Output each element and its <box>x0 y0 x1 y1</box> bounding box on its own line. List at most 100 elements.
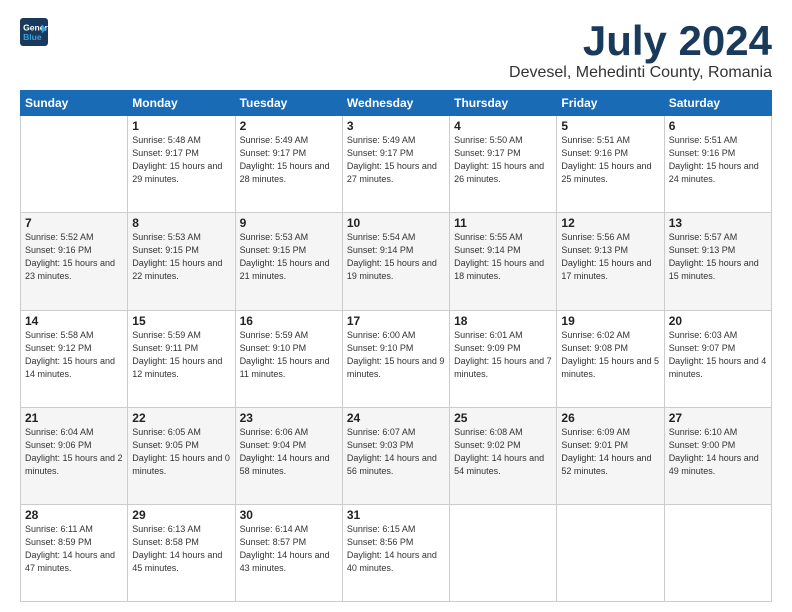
table-row <box>450 504 557 601</box>
calendar-week-3: 14Sunrise: 5:58 AM Sunset: 9:12 PM Dayli… <box>21 310 772 407</box>
day-number: 14 <box>25 314 123 328</box>
table-row: 10Sunrise: 5:54 AM Sunset: 9:14 PM Dayli… <box>342 213 449 310</box>
day-info: Sunrise: 6:14 AM Sunset: 8:57 PM Dayligh… <box>240 523 338 575</box>
day-info: Sunrise: 6:13 AM Sunset: 8:58 PM Dayligh… <box>132 523 230 575</box>
table-row: 19Sunrise: 6:02 AM Sunset: 9:08 PM Dayli… <box>557 310 664 407</box>
table-row: 29Sunrise: 6:13 AM Sunset: 8:58 PM Dayli… <box>128 504 235 601</box>
table-row: 9Sunrise: 5:53 AM Sunset: 9:15 PM Daylig… <box>235 213 342 310</box>
table-row: 5Sunrise: 5:51 AM Sunset: 9:16 PM Daylig… <box>557 116 664 213</box>
table-row: 15Sunrise: 5:59 AM Sunset: 9:11 PM Dayli… <box>128 310 235 407</box>
table-row: 3Sunrise: 5:49 AM Sunset: 9:17 PM Daylig… <box>342 116 449 213</box>
day-info: Sunrise: 5:55 AM Sunset: 9:14 PM Dayligh… <box>454 231 552 283</box>
day-info: Sunrise: 5:53 AM Sunset: 9:15 PM Dayligh… <box>132 231 230 283</box>
subtitle: Devesel, Mehedinti County, Romania <box>509 64 772 82</box>
day-info: Sunrise: 6:10 AM Sunset: 9:00 PM Dayligh… <box>669 426 767 478</box>
day-info: Sunrise: 5:49 AM Sunset: 9:17 PM Dayligh… <box>240 134 338 186</box>
day-info: Sunrise: 6:07 AM Sunset: 9:03 PM Dayligh… <box>347 426 445 478</box>
table-row: 21Sunrise: 6:04 AM Sunset: 9:06 PM Dayli… <box>21 407 128 504</box>
day-info: Sunrise: 6:09 AM Sunset: 9:01 PM Dayligh… <box>561 426 659 478</box>
day-info: Sunrise: 5:48 AM Sunset: 9:17 PM Dayligh… <box>132 134 230 186</box>
day-number: 13 <box>669 216 767 230</box>
day-number: 16 <box>240 314 338 328</box>
day-info: Sunrise: 6:01 AM Sunset: 9:09 PM Dayligh… <box>454 329 552 381</box>
day-info: Sunrise: 5:53 AM Sunset: 9:15 PM Dayligh… <box>240 231 338 283</box>
day-number: 29 <box>132 508 230 522</box>
table-row: 16Sunrise: 5:59 AM Sunset: 9:10 PM Dayli… <box>235 310 342 407</box>
col-wednesday: Wednesday <box>342 91 449 116</box>
table-row: 4Sunrise: 5:50 AM Sunset: 9:17 PM Daylig… <box>450 116 557 213</box>
table-row: 30Sunrise: 6:14 AM Sunset: 8:57 PM Dayli… <box>235 504 342 601</box>
table-row: 8Sunrise: 5:53 AM Sunset: 9:15 PM Daylig… <box>128 213 235 310</box>
day-number: 17 <box>347 314 445 328</box>
table-row: 12Sunrise: 5:56 AM Sunset: 9:13 PM Dayli… <box>557 213 664 310</box>
table-row: 20Sunrise: 6:03 AM Sunset: 9:07 PM Dayli… <box>664 310 771 407</box>
day-info: Sunrise: 6:06 AM Sunset: 9:04 PM Dayligh… <box>240 426 338 478</box>
table-row: 26Sunrise: 6:09 AM Sunset: 9:01 PM Dayli… <box>557 407 664 504</box>
day-info: Sunrise: 5:58 AM Sunset: 9:12 PM Dayligh… <box>25 329 123 381</box>
title-block: July 2024 Devesel, Mehedinti County, Rom… <box>509 18 772 82</box>
day-info: Sunrise: 5:57 AM Sunset: 9:13 PM Dayligh… <box>669 231 767 283</box>
day-number: 15 <box>132 314 230 328</box>
day-number: 31 <box>347 508 445 522</box>
table-row: 27Sunrise: 6:10 AM Sunset: 9:00 PM Dayli… <box>664 407 771 504</box>
table-row: 23Sunrise: 6:06 AM Sunset: 9:04 PM Dayli… <box>235 407 342 504</box>
col-friday: Friday <box>557 91 664 116</box>
day-info: Sunrise: 5:52 AM Sunset: 9:16 PM Dayligh… <box>25 231 123 283</box>
table-row: 31Sunrise: 6:15 AM Sunset: 8:56 PM Dayli… <box>342 504 449 601</box>
logo-icon: General Blue <box>20 18 48 46</box>
day-number: 11 <box>454 216 552 230</box>
day-number: 3 <box>347 119 445 133</box>
day-info: Sunrise: 5:59 AM Sunset: 9:11 PM Dayligh… <box>132 329 230 381</box>
table-row: 18Sunrise: 6:01 AM Sunset: 9:09 PM Dayli… <box>450 310 557 407</box>
day-number: 8 <box>132 216 230 230</box>
day-number: 28 <box>25 508 123 522</box>
day-number: 10 <box>347 216 445 230</box>
table-row: 6Sunrise: 5:51 AM Sunset: 9:16 PM Daylig… <box>664 116 771 213</box>
day-number: 25 <box>454 411 552 425</box>
table-row: 22Sunrise: 6:05 AM Sunset: 9:05 PM Dayli… <box>128 407 235 504</box>
day-info: Sunrise: 5:51 AM Sunset: 9:16 PM Dayligh… <box>669 134 767 186</box>
day-info: Sunrise: 6:04 AM Sunset: 9:06 PM Dayligh… <box>25 426 123 478</box>
day-info: Sunrise: 5:56 AM Sunset: 9:13 PM Dayligh… <box>561 231 659 283</box>
day-info: Sunrise: 6:00 AM Sunset: 9:10 PM Dayligh… <box>347 329 445 381</box>
table-row <box>557 504 664 601</box>
table-row: 1Sunrise: 5:48 AM Sunset: 9:17 PM Daylig… <box>128 116 235 213</box>
col-tuesday: Tuesday <box>235 91 342 116</box>
day-info: Sunrise: 6:11 AM Sunset: 8:59 PM Dayligh… <box>25 523 123 575</box>
table-row: 17Sunrise: 6:00 AM Sunset: 9:10 PM Dayli… <box>342 310 449 407</box>
calendar-week-4: 21Sunrise: 6:04 AM Sunset: 9:06 PM Dayli… <box>21 407 772 504</box>
calendar-week-1: 1Sunrise: 5:48 AM Sunset: 9:17 PM Daylig… <box>21 116 772 213</box>
day-number: 5 <box>561 119 659 133</box>
day-number: 19 <box>561 314 659 328</box>
day-number: 26 <box>561 411 659 425</box>
day-info: Sunrise: 5:50 AM Sunset: 9:17 PM Dayligh… <box>454 134 552 186</box>
page: General Blue July 2024 Devesel, Mehedint… <box>0 0 792 612</box>
day-number: 22 <box>132 411 230 425</box>
calendar-week-5: 28Sunrise: 6:11 AM Sunset: 8:59 PM Dayli… <box>21 504 772 601</box>
col-thursday: Thursday <box>450 91 557 116</box>
table-row: 25Sunrise: 6:08 AM Sunset: 9:02 PM Dayli… <box>450 407 557 504</box>
day-info: Sunrise: 6:02 AM Sunset: 9:08 PM Dayligh… <box>561 329 659 381</box>
day-number: 2 <box>240 119 338 133</box>
day-number: 20 <box>669 314 767 328</box>
col-monday: Monday <box>128 91 235 116</box>
table-row <box>664 504 771 601</box>
day-info: Sunrise: 5:59 AM Sunset: 9:10 PM Dayligh… <box>240 329 338 381</box>
day-number: 23 <box>240 411 338 425</box>
table-row: 24Sunrise: 6:07 AM Sunset: 9:03 PM Dayli… <box>342 407 449 504</box>
day-number: 6 <box>669 119 767 133</box>
table-row: 7Sunrise: 5:52 AM Sunset: 9:16 PM Daylig… <box>21 213 128 310</box>
calendar-table: Sunday Monday Tuesday Wednesday Thursday… <box>20 90 772 602</box>
logo: General Blue <box>20 18 48 46</box>
header: General Blue July 2024 Devesel, Mehedint… <box>20 18 772 82</box>
day-number: 27 <box>669 411 767 425</box>
table-row: 13Sunrise: 5:57 AM Sunset: 9:13 PM Dayli… <box>664 213 771 310</box>
main-title: July 2024 <box>509 18 772 64</box>
day-info: Sunrise: 5:49 AM Sunset: 9:17 PM Dayligh… <box>347 134 445 186</box>
day-number: 12 <box>561 216 659 230</box>
day-info: Sunrise: 6:03 AM Sunset: 9:07 PM Dayligh… <box>669 329 767 381</box>
day-number: 9 <box>240 216 338 230</box>
table-row: 11Sunrise: 5:55 AM Sunset: 9:14 PM Dayli… <box>450 213 557 310</box>
calendar-week-2: 7Sunrise: 5:52 AM Sunset: 9:16 PM Daylig… <box>21 213 772 310</box>
day-number: 21 <box>25 411 123 425</box>
